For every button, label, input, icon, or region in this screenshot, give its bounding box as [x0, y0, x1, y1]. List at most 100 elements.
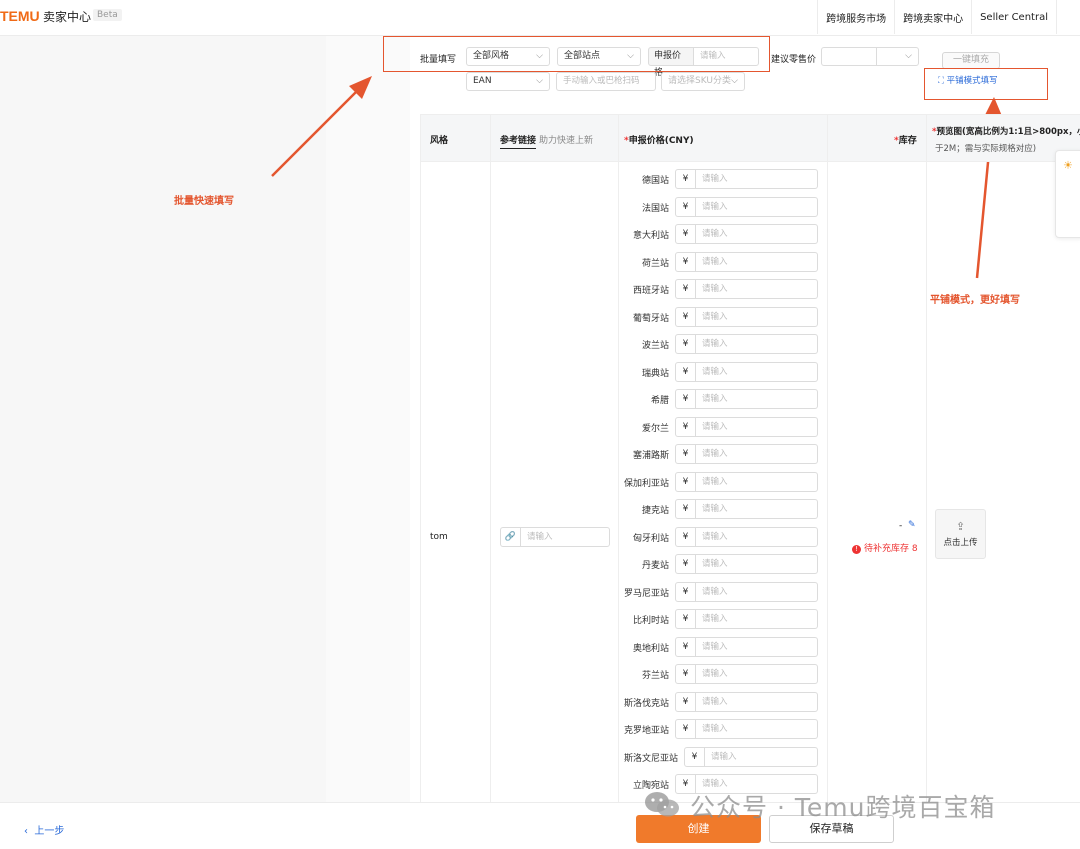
price-placeholder: 请输入: [702, 586, 728, 597]
col-ref-link[interactable]: 参考链接: [500, 133, 537, 149]
site-price-input[interactable]: ¥ 请输入: [675, 609, 818, 629]
site-price-input[interactable]: ¥ 请输入: [675, 224, 818, 244]
site-price-input[interactable]: ¥ 请输入: [675, 499, 818, 519]
currency-prefix: ¥: [676, 637, 696, 656]
back-label: 上一步: [34, 826, 65, 837]
site-label: 荷兰站: [641, 258, 669, 269]
currency-prefix: ¥: [676, 555, 696, 573]
site-price-input[interactable]: ¥ 请输入: [675, 691, 818, 712]
site-price-input[interactable]: ¥ 请输入: [684, 746, 818, 767]
price-placeholder: 请输入: [702, 669, 728, 679]
price-placeholder: 请输入: [702, 174, 728, 184]
price-placeholder: 请输入: [711, 751, 737, 762]
tiled-mode-annotation: 平铺模式，更好填写: [930, 295, 1020, 306]
chevron-left-icon: ‹: [24, 826, 28, 837]
col-style: 风格: [430, 136, 449, 146]
currency-prefix: ¥: [676, 362, 696, 381]
site-price-input[interactable]: ¥ 请输入: [675, 169, 818, 189]
price-placeholder: 请输入: [702, 504, 728, 514]
currency-prefix: ¥: [676, 417, 696, 436]
price-placeholder: 请输入: [702, 311, 728, 322]
site-label: 葡萄牙站: [632, 313, 669, 324]
currency-prefix: ¥: [676, 610, 696, 628]
price-placeholder: 请输入: [702, 421, 728, 432]
upload-label: 点击上传: [943, 538, 978, 548]
site-label: 芬兰站: [641, 671, 669, 681]
currency-prefix: ¥: [685, 747, 705, 766]
currency-prefix: ¥: [676, 445, 696, 463]
col-stock-label: 库存: [898, 136, 917, 146]
price-placeholder: 请输入: [702, 559, 728, 569]
stock-warning: ! 待补充库存 8: [852, 541, 918, 554]
currency-prefix: ¥: [676, 472, 696, 491]
currency-prefix: ¥: [676, 307, 696, 326]
site-label: 克罗地亚站: [623, 726, 669, 736]
site-label: 西班牙站: [632, 286, 669, 296]
site-price-input[interactable]: ¥ 请输入: [675, 526, 818, 547]
warning-icon: !: [852, 545, 861, 554]
site-price-input[interactable]: ¥ 请输入: [675, 334, 818, 354]
stock-warning-text: 待补充库存 8: [864, 544, 918, 554]
col-divider: [490, 114, 491, 802]
col-price: *申报价格(CNY): [624, 136, 694, 146]
currency-prefix: ¥: [676, 197, 696, 216]
site-label: 德国站: [641, 176, 669, 186]
site-label: 法国站: [641, 203, 669, 214]
site-price-input[interactable]: ¥ 请输入: [675, 416, 818, 437]
site-price-input[interactable]: ¥ 请输入: [675, 471, 818, 492]
price-placeholder: 请输入: [702, 284, 728, 294]
site-label: 塞浦路斯: [632, 451, 669, 461]
site-price-input[interactable]: ¥ 请输入: [675, 444, 818, 464]
edit-icon[interactable]: ✎: [908, 520, 916, 530]
site-label: 斯洛伐克站: [623, 698, 669, 709]
currency-prefix: ¥: [676, 335, 696, 353]
site-price-input[interactable]: ¥ 请输入: [675, 361, 818, 382]
ref-link-placeholder: 请输入: [527, 532, 553, 542]
site-price-input[interactable]: ¥ 请输入: [675, 636, 818, 657]
col-preview: *预览图(宽高比例为1:1且>800px，小: [932, 125, 1080, 137]
currency-prefix: ¥: [676, 252, 696, 271]
site-label: 匈牙利站: [632, 533, 669, 544]
site-price-input[interactable]: ¥ 请输入: [675, 389, 818, 409]
row-style-name: tom: [430, 532, 448, 542]
site-label: 比利时站: [632, 616, 669, 626]
col-divider: [420, 114, 421, 802]
site-label: 爱尔兰: [641, 423, 669, 434]
link-icon: 🔗: [501, 528, 521, 546]
upload-button[interactable]: ⇪ 点击上传: [935, 509, 986, 559]
currency-prefix: ¥: [676, 390, 696, 408]
back-button[interactable]: ‹ 上一步: [24, 822, 64, 837]
tip-card: ☀: [1055, 150, 1080, 238]
currency-prefix: ¥: [676, 280, 696, 298]
site-price-input[interactable]: ¥ 请输入: [675, 581, 818, 602]
site-price-input[interactable]: ¥ 请输入: [675, 306, 818, 327]
site-label: 奥地利站: [632, 643, 669, 654]
price-placeholder: 请输入: [702, 256, 728, 267]
site-price-input[interactable]: ¥ 请输入: [675, 719, 818, 739]
currency-prefix: ¥: [676, 665, 696, 683]
price-placeholder: 请输入: [702, 339, 728, 349]
col-preview-label: 预览图(宽高比例为1:1且>800px，小: [936, 127, 1080, 137]
site-price-input[interactable]: ¥ 请输入: [675, 196, 818, 217]
col-price-label: 申报价格(CNY): [628, 136, 694, 146]
site-label: 瑞典站: [641, 368, 669, 379]
site-price-input[interactable]: ¥ 请输入: [675, 554, 818, 574]
site-price-input[interactable]: ¥ 请输入: [675, 279, 818, 299]
price-placeholder: 请输入: [702, 531, 728, 542]
site-price-input[interactable]: ¥ 请输入: [675, 664, 818, 684]
site-label: 丹麦站: [641, 561, 669, 571]
currency-prefix: ¥: [676, 527, 696, 546]
price-placeholder: 请输入: [702, 641, 728, 652]
site-label: 波兰站: [641, 341, 669, 351]
site-label: 意大利站: [632, 231, 669, 241]
ref-link-input[interactable]: 🔗 请输入: [500, 527, 610, 547]
site-price-input[interactable]: ¥ 请输入: [675, 251, 818, 272]
currency-prefix: ¥: [676, 225, 696, 243]
stock-value: -: [899, 521, 903, 531]
price-placeholder: 请输入: [702, 614, 728, 624]
watermark-text: 公众号 · Temu跨境百宝箱: [690, 793, 996, 822]
site-label: 罗马尼亚站: [623, 588, 669, 599]
currency-prefix: ¥: [676, 720, 696, 738]
price-placeholder: 请输入: [702, 366, 728, 377]
site-label: 保加利亚站: [623, 478, 669, 489]
